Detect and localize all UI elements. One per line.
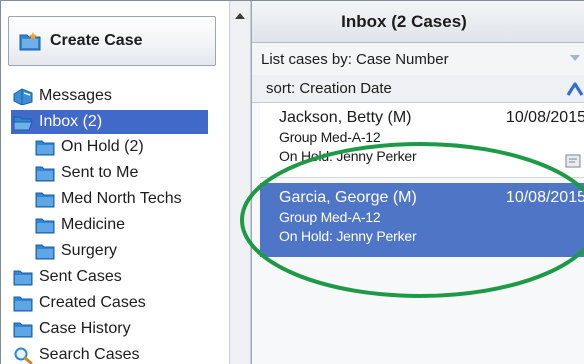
folder-icon	[13, 270, 33, 285]
folder-icon	[35, 140, 55, 155]
inbox-title: Inbox (2 Cases)	[252, 1, 584, 43]
sidebar-item-label: Surgery	[61, 242, 118, 259]
create-case-label: Create Case	[50, 32, 143, 49]
sort-label: sort: Creation Date	[266, 80, 392, 97]
sidebar-item-inbox[interactable]: Inbox (2)	[11, 110, 208, 134]
sidebar-item-sent-cases[interactable]: Sent Cases	[13, 265, 122, 289]
sidebar-item-on-hold[interactable]: On Hold (2)	[35, 135, 144, 159]
sidebar-item-created-cases[interactable]: Created Cases	[13, 291, 146, 315]
create-case-button[interactable]: Create Case	[8, 16, 216, 66]
folder-icon	[35, 218, 55, 233]
scroll-up-arrow-icon[interactable]	[235, 13, 245, 19]
sidebar-item-label: Sent Cases	[39, 268, 122, 285]
sidebar-item-label: Inbox (2)	[39, 113, 103, 130]
case-date: 10/08/2015	[505, 109, 584, 126]
list-by-selector[interactable]: List cases by: Case Number	[252, 43, 584, 75]
app-window: Create Case Messages Inbox (2) On Hold (…	[0, 0, 584, 364]
folder-plus-icon	[19, 32, 41, 51]
chevron-down-icon[interactable]	[570, 55, 580, 61]
sort-ascending-icon[interactable]	[566, 81, 584, 97]
sidebar-item-label: Messages	[39, 87, 112, 104]
mailbox-icon	[13, 87, 33, 105]
sidebar-item-label: Case History	[39, 320, 131, 337]
folder-icon	[35, 166, 55, 181]
sidebar-item-label: Created Cases	[39, 294, 146, 311]
sidebar-item-med-north-techs[interactable]: Med North Techs	[35, 187, 182, 211]
sidebar-item-label: Search Cases	[39, 346, 140, 363]
sidebar-item-label: On Hold (2)	[61, 138, 144, 155]
sidebar-item-label: Sent to Me	[61, 164, 139, 181]
sidebar-item-surgery[interactable]: Surgery	[35, 239, 117, 263]
sidebar-item-case-history[interactable]: Case History	[13, 317, 131, 341]
sidebar-item-messages[interactable]: Messages	[13, 84, 112, 108]
sidebar-item-medicine[interactable]: Medicine	[35, 213, 125, 237]
open-folder-icon	[13, 116, 33, 130]
folder-icon	[35, 244, 55, 259]
sort-selector[interactable]: sort: Creation Date	[252, 75, 584, 103]
sidebar-item-search-cases[interactable]: Search Cases	[13, 343, 140, 364]
sidebar-item-sent-to-me[interactable]: Sent to Me	[35, 161, 138, 185]
list-by-label: List cases by: Case Number	[261, 50, 449, 68]
folder-icon	[35, 192, 55, 207]
folder-icon	[13, 296, 33, 311]
folder-icon	[13, 322, 33, 337]
navigation-sidebar: Create Case Messages Inbox (2) On Hold (…	[1, 1, 229, 364]
highlight-ellipse-annotation	[240, 142, 584, 298]
sidebar-item-label: Med North Techs	[61, 190, 182, 207]
sidebar-item-label: Medicine	[61, 216, 126, 233]
search-icon	[14, 347, 33, 364]
